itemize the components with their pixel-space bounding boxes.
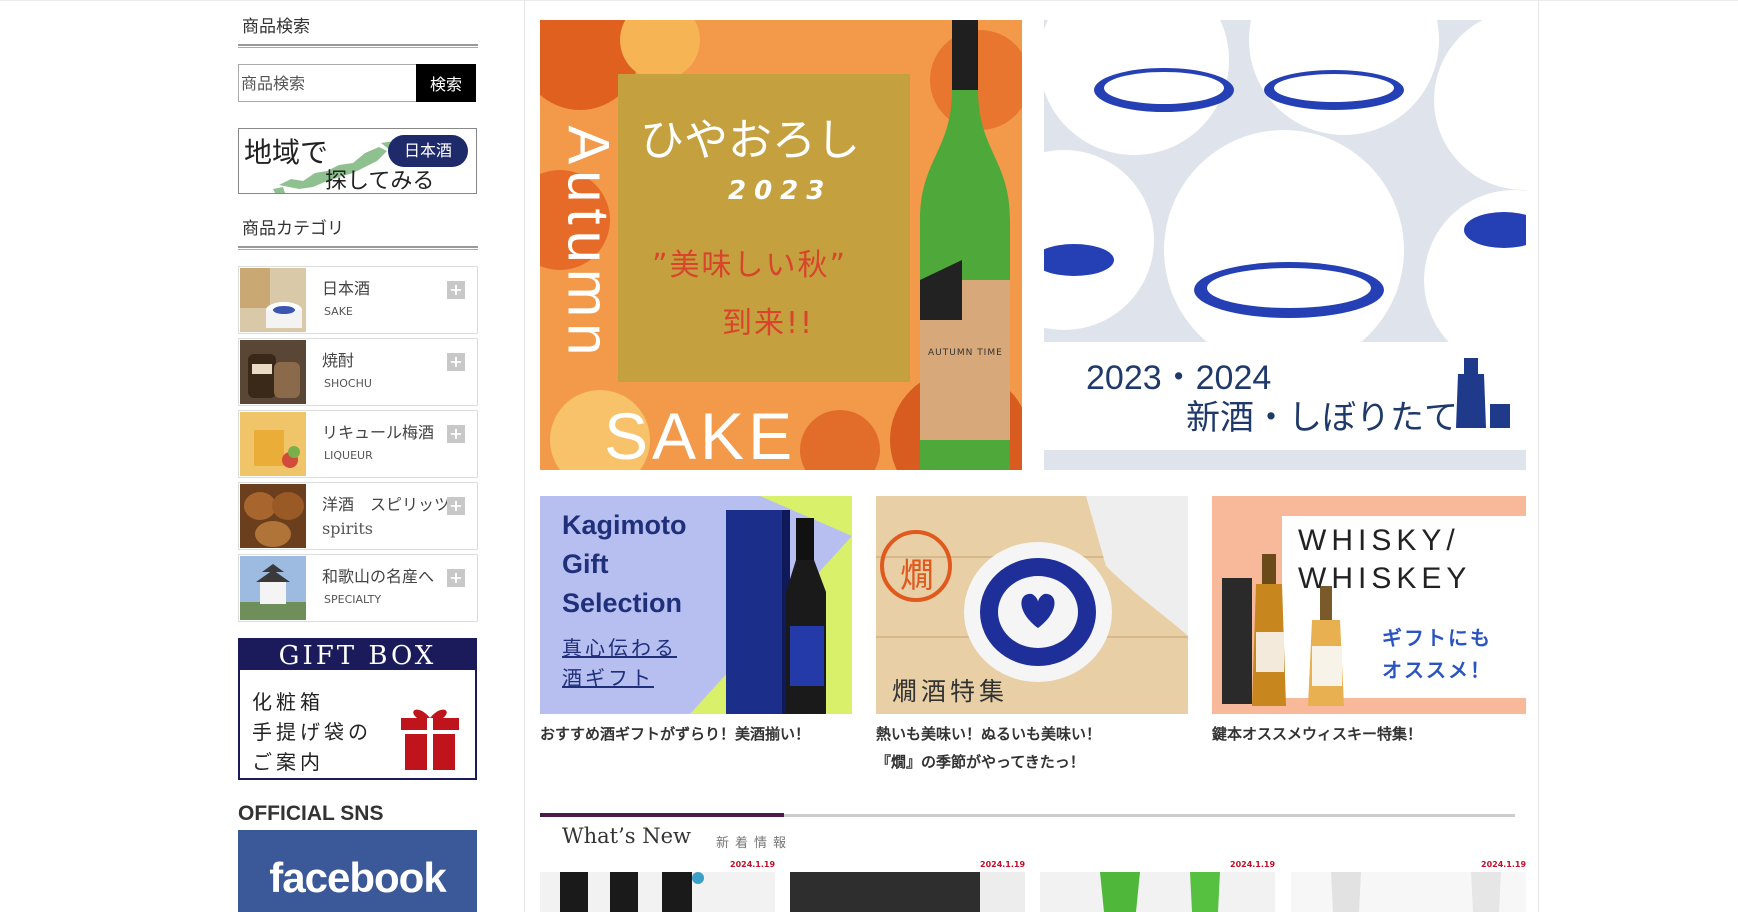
promo-kanzake-banner[interactable]: 燗 燗酒特集 [876,496,1188,714]
whats-new-rule [540,813,1515,817]
promo-line: Kagimoto [562,510,687,540]
sake-bottle-icon [920,20,1010,470]
news-date: 2024.1.19 [730,860,776,869]
giftbox-banner[interactable]: GIFT BOX 化粧箱 手提げ袋の ご案内 [238,638,477,780]
shochu-jug-icon [240,340,306,404]
content-right-border [1538,0,1539,912]
promo-caption[interactable]: 熱いも美味い！ぬるいも美味い！ [876,720,1101,748]
category-item-shochu[interactable]: 焼酎 SHOCHU + [238,338,478,406]
search-button[interactable]: 検索 [416,64,476,102]
promo-sub: オススメ！ [1382,658,1492,682]
news-date: 2024.1.19 [980,860,1026,869]
category-sublabel: spirits [322,519,373,538]
region-banner-text: 地域で [244,136,329,169]
expand-plus-icon[interactable]: + [447,353,465,371]
giftbox-line: ご案内 [252,750,324,774]
hero-title: ひやおろし [640,115,860,166]
whats-new-subtitle: 新着情報 [716,836,793,851]
promo-caption[interactable]: おすすめ酒ギフトがずらり！美酒揃い！ [540,720,810,748]
whats-new-rule-accent [540,813,784,817]
region-banner-subtext: 探してみる [325,169,435,194]
category-heading: 商品カテゴリ [242,219,344,239]
promo-line: Gift [562,549,609,579]
sake-cup-icon [240,268,306,332]
promo-line: WHISKY/ [1298,524,1460,557]
category-label: リキュール梅酒 [322,423,435,442]
promo-gift-banner[interactable]: Kagimoto Gift Selection 真心伝わる 酒ギフト [540,496,852,714]
promo-banner-title: 燗酒特集 [892,677,1009,706]
hero-banner-shinshu[interactable]: 2023・2024 新酒・しぼりたて [1044,20,1526,470]
news-date: 2024.1.19 [1230,860,1276,869]
facebook-link[interactable]: facebook [238,830,477,912]
news-item[interactable] [1291,872,1526,912]
sake-bottle-icon [790,872,1025,912]
category-item-specialty[interactable]: 和歌山の名産へ SPECIALTY + [238,554,478,622]
sidebar: 商品検索 検索 地域で 探してみる 日本酒 商品カテゴリ 日本酒 [238,14,478,912]
category-sublabel: SHOCHU [324,377,372,390]
promo-whisky-banner[interactable]: WHISKY/ WHISKEY ギフトにも オススメ！ [1212,496,1526,714]
news-item[interactable] [1040,872,1275,912]
category-label: 焼酎 [322,351,355,370]
sake-bottle-icon [1291,872,1526,912]
expand-plus-icon[interactable]: + [447,281,465,299]
page: 商品検索 検索 地域で 探してみる 日本酒 商品カテゴリ 日本酒 [0,0,1738,912]
giftbox-line: 化粧箱 [252,690,324,714]
gift-icon [401,709,459,770]
promo-sub: ギフトにも [1382,626,1492,650]
column-divider [524,0,525,912]
category-label: 洋酒 スピリッツ [322,495,451,514]
news-date: 2024.1.19 [1481,860,1527,869]
hero-right-title: 新酒・しぼりたて [1186,398,1458,438]
promo-caption[interactable]: 鍵本オススメウィスキー特集！ [1212,720,1422,748]
sake-bottle-icon [1040,872,1275,912]
promo-caption[interactable]: 『燗』の季節がやってきたっ！ [876,748,1085,776]
promo-sub: 酒ギフト [562,666,654,690]
category-item-spirits[interactable]: 洋酒 スピリッツ spirits + [238,482,478,550]
region-search-banner[interactable]: 地域で 探してみる 日本酒 [238,128,477,194]
giftbox-line: 手提げ袋の [252,720,372,744]
category-sublabel: LIQUEUR [324,449,373,462]
heading-rule [238,246,478,250]
search-form: 検索 [238,64,478,102]
giftbox-heading: GIFT BOX [240,640,475,671]
heading-rule [238,44,478,48]
barrel-icon [240,484,306,548]
expand-plus-icon[interactable]: + [447,569,465,587]
liqueur-glass-icon [240,412,306,476]
sake-badge: 日本酒 [388,135,468,167]
promo-line: WHISKEY [1298,562,1472,595]
category-label: 和歌山の名産へ [322,567,435,586]
news-item[interactable] [790,872,1025,912]
news-item[interactable] [540,872,775,912]
category-item-liqueur[interactable]: リキュール梅酒 LIQUEUR + [238,410,478,478]
promo-sub: 真心伝わる [562,636,677,660]
category-sublabel: SAKE [324,305,353,318]
category-item-sake[interactable]: 日本酒 SAKE + [238,266,478,334]
hero-year: 2023 [728,176,833,206]
castle-icon [240,556,306,620]
hero-line2: 到来!! [722,306,815,341]
search-input[interactable] [238,64,416,102]
hero-vertical-text: Autumn [555,125,621,362]
sns-heading: OFFICIAL SNS [238,802,384,825]
hero-bottom-text: SAKE [604,399,797,470]
bottle-label: AUTUMN TIME [928,348,1003,358]
kanzake-stamp: 燗 [900,556,934,596]
expand-plus-icon[interactable]: + [447,497,465,515]
search-heading: 商品検索 [242,17,310,37]
hero-banner-hiyaoroshi[interactable]: ひやおろし 2023 ”美味しい秋” 到来!! Autumn SAKE AUTU… [540,20,1022,470]
top-border [0,0,1738,1]
category-label: 日本酒 [322,279,371,298]
sake-bottles-icon [560,872,704,912]
promo-line: Selection [562,588,683,618]
expand-plus-icon[interactable]: + [447,425,465,443]
whats-new-title: What’s New [562,824,691,848]
hero-line1: ”美味しい秋” [652,248,848,283]
category-sublabel: SPECIALTY [324,593,382,606]
